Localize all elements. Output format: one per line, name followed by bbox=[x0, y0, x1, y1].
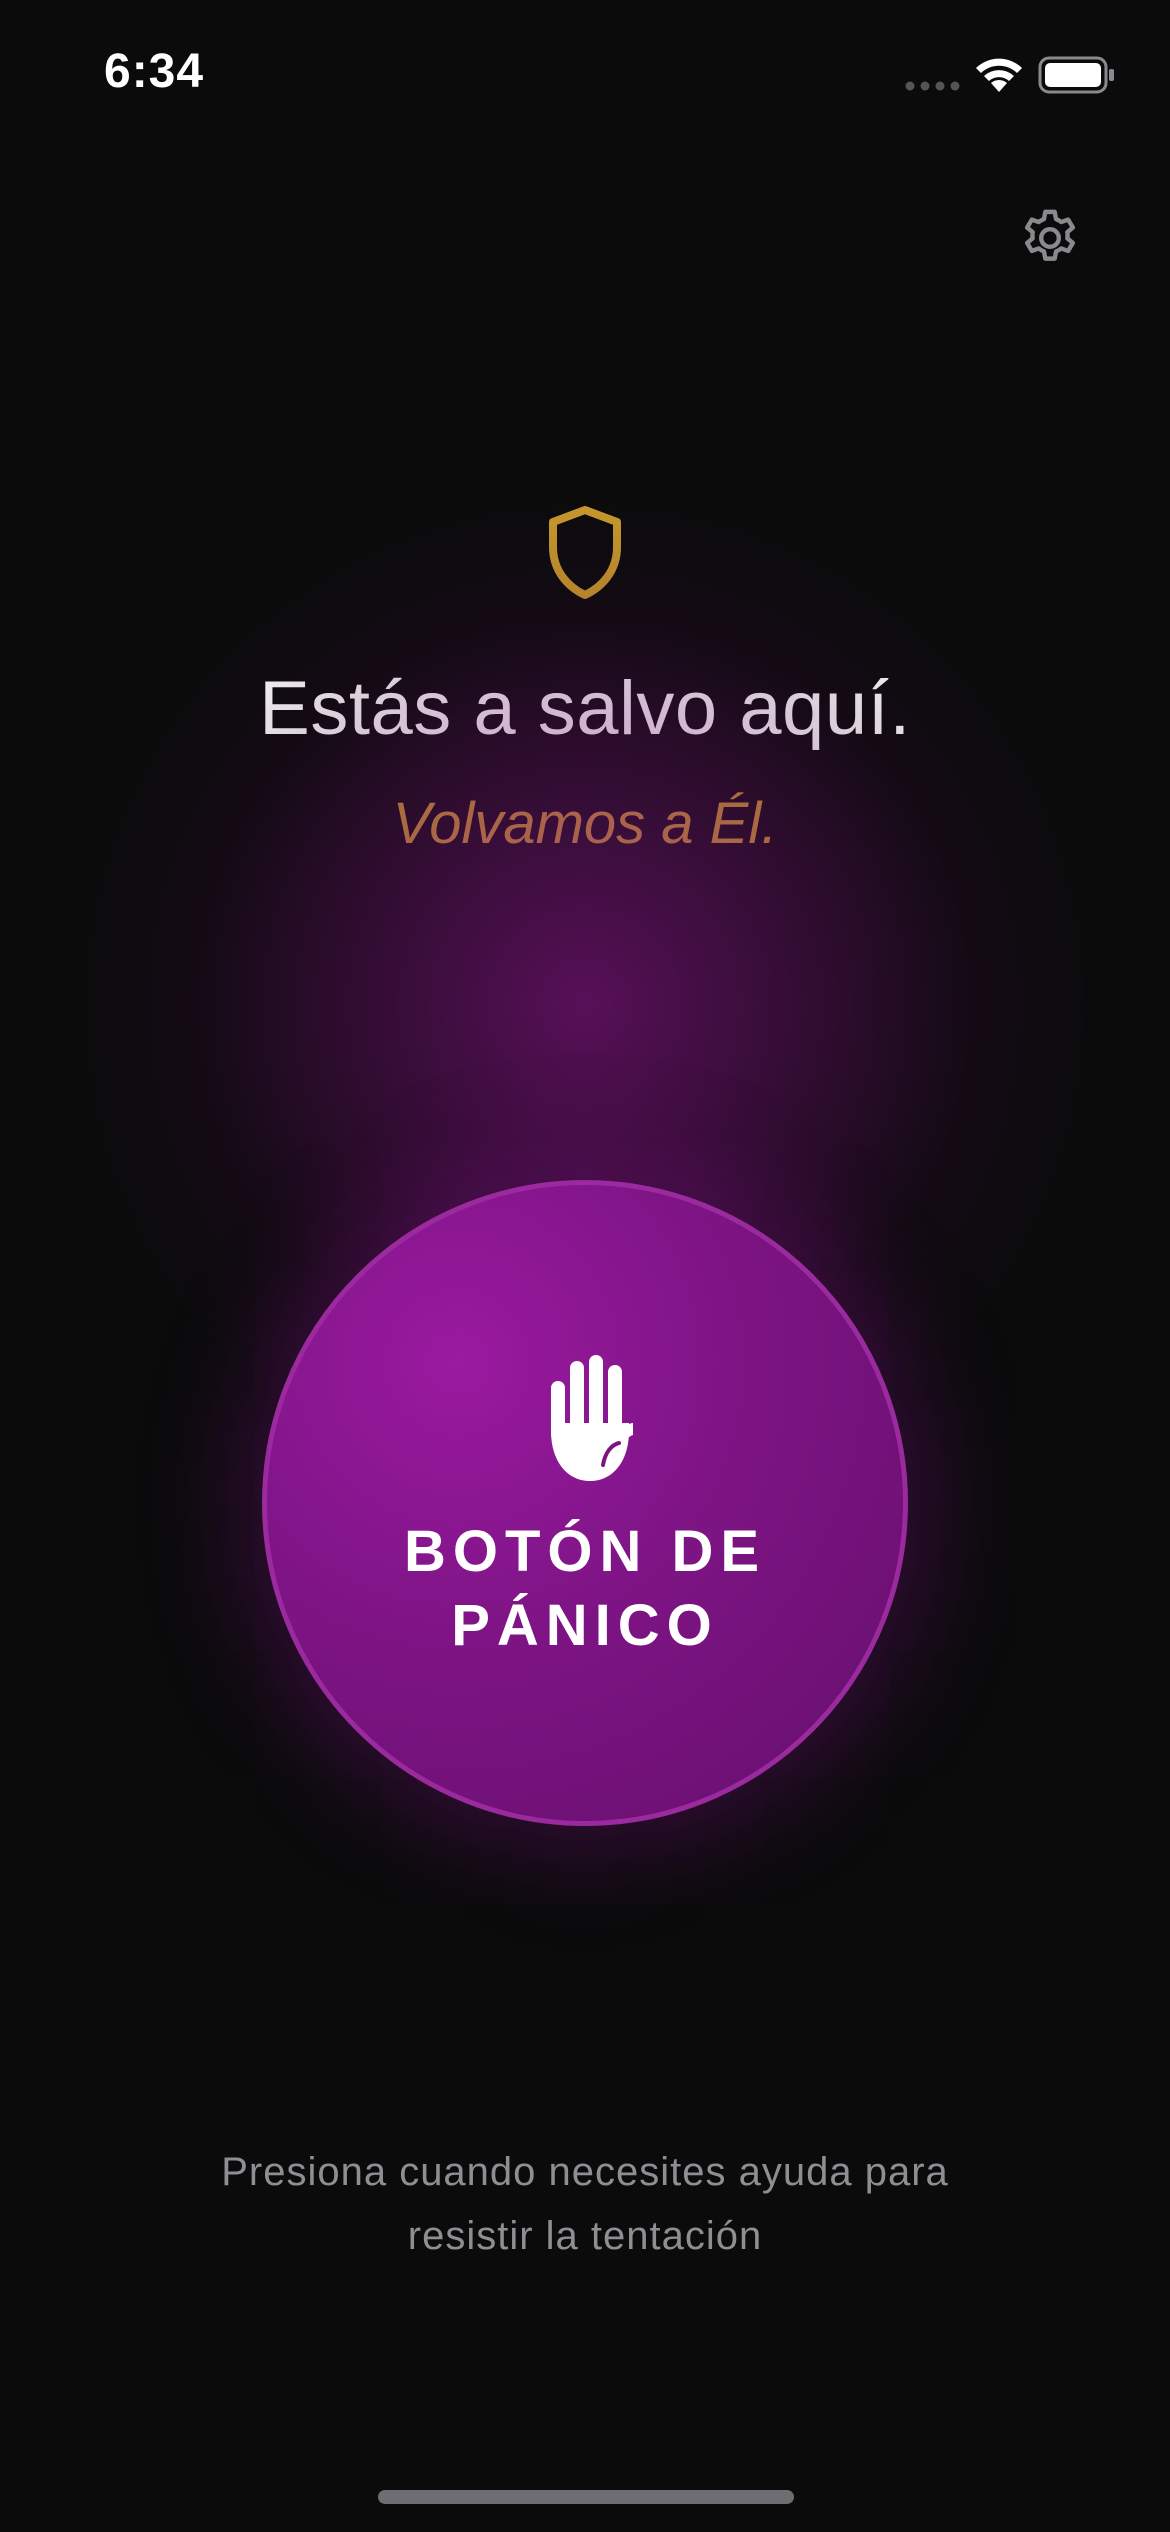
page-subtitle: Volvamos a Él. bbox=[392, 791, 778, 856]
helper-line1: Presiona cuando necesites ayuda para bbox=[221, 2150, 949, 2194]
raised-hand-icon bbox=[551, 1355, 633, 1481]
home-indicator[interactable] bbox=[378, 2490, 794, 2504]
status-bar: 6:34 bbox=[0, 0, 1170, 140]
battery-icon bbox=[1038, 56, 1114, 94]
panic-button-label: BOTÓN DE PÁNICO bbox=[267, 1515, 903, 1663]
settings-button[interactable] bbox=[1012, 200, 1088, 276]
gear-icon bbox=[1024, 209, 1076, 261]
shield-icon bbox=[549, 506, 621, 599]
wifi-icon bbox=[976, 58, 1022, 92]
panic-label-line1: BOTÓN DE bbox=[403, 1519, 767, 1584]
page-title: Estás a salvo aquí. bbox=[259, 666, 911, 751]
helper-text: Presiona cuando necesites ayuda para res… bbox=[150, 2140, 1020, 2268]
signal-dots-icon bbox=[905, 81, 960, 91]
status-time: 6:34 bbox=[104, 45, 205, 98]
panic-button[interactable]: BOTÓN DE PÁNICO bbox=[262, 1180, 908, 1826]
panic-label-line2: PÁNICO bbox=[451, 1593, 719, 1658]
helper-line2: resistir la tentación bbox=[407, 2214, 763, 2258]
